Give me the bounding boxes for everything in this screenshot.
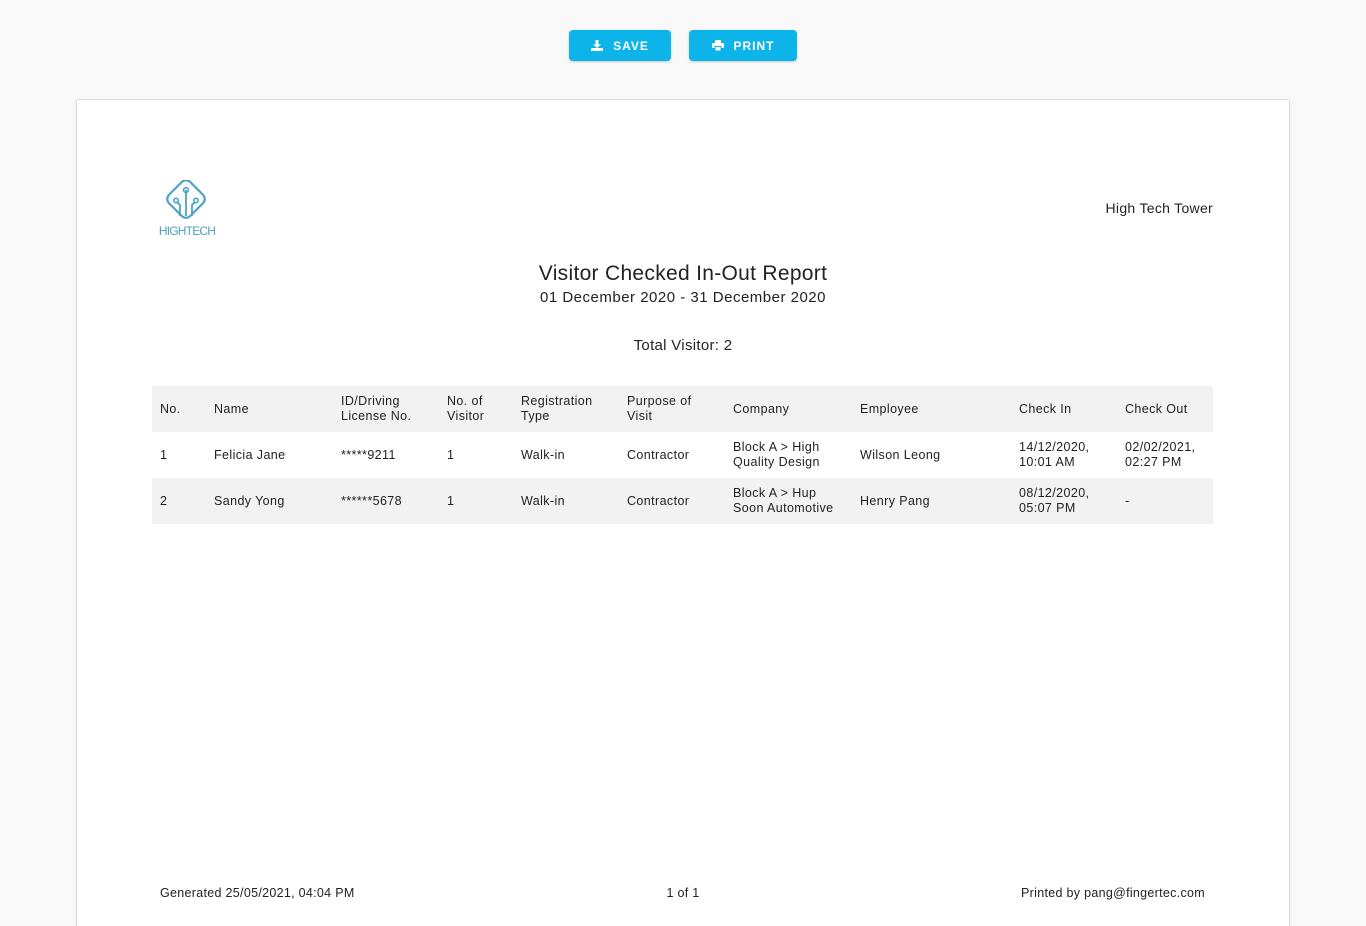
save-button[interactable]: SAVE — [569, 30, 671, 61]
print-button[interactable]: PRINT — [689, 30, 797, 61]
cell-no: 1 — [160, 447, 168, 462]
table-header-row: No. Name ID/Driving License No. No. of Vis… — [152, 386, 1213, 432]
col-check-out: Check Out — [1125, 401, 1188, 416]
report-sheet: HIGHTECH High Tech Tower Visitor Checked… — [76, 99, 1290, 926]
cell-name: Sandy Yong — [214, 493, 285, 508]
cell-id: ******5678 — [341, 493, 402, 508]
toolbar: SAVE PRINT — [0, 30, 1366, 61]
hightech-logo-icon — [166, 179, 206, 219]
table-row: 2 Sandy Yong ******5678 1 Walk-in Contra… — [152, 478, 1213, 524]
printer-icon — [711, 40, 724, 51]
cell-no: 2 — [160, 493, 168, 508]
cell-visitors: 1 — [447, 447, 455, 462]
print-label: PRINT — [733, 38, 775, 53]
cell-name: Felicia Jane — [214, 447, 286, 462]
col-no: No. — [160, 401, 181, 416]
report-date-range: 01 December 2020 - 31 December 2020 — [540, 289, 826, 306]
printed-by: Printed by pang@fingertec.com — [1021, 886, 1205, 900]
cell-employee: Wilson Leong — [860, 447, 941, 462]
col-id: ID/Driving License No. — [341, 394, 412, 423]
col-purpose: Purpose of Visit — [627, 394, 692, 423]
col-name: Name — [214, 401, 249, 416]
cell-visitors: 1 — [447, 493, 455, 508]
cell-company: Block A > High Quality Design — [733, 440, 820, 469]
col-check-in: Check In — [1019, 401, 1072, 416]
col-registration-type: Registration Type — [521, 394, 593, 423]
cell-purpose: Contractor — [627, 447, 690, 462]
report-title: Visitor Checked In-Out Report — [538, 262, 828, 285]
col-visitors: No. of Visitor — [447, 394, 485, 423]
cell-registration-type: Walk-in — [521, 447, 566, 462]
col-employee: Employee — [860, 401, 919, 416]
cell-check-out: - — [1125, 493, 1130, 508]
cell-check-in: 14/12/2020, 10:01 AM — [1019, 440, 1090, 469]
download-icon — [591, 40, 604, 51]
company-logo: HIGHTECH — [155, 179, 219, 242]
total-visitor: Total Visitor: 2 — [633, 337, 733, 354]
cell-check-out: 02/02/2021, 02:27 PM — [1125, 440, 1196, 469]
visitor-table: No. Name ID/Driving License No. No. of Vis… — [152, 386, 1213, 524]
cell-company: Block A > Hup Soon Automotive — [733, 486, 834, 515]
cell-check-in: 08/12/2020, 05:07 PM — [1019, 486, 1090, 515]
cell-employee: Henry Pang — [860, 493, 931, 508]
table-row: 1 Felicia Jane *****9211 1 Walk-in Contr… — [152, 432, 1213, 478]
cell-purpose: Contractor — [627, 493, 690, 508]
cell-registration-type: Walk-in — [521, 493, 566, 508]
save-label: SAVE — [613, 38, 649, 53]
building-name: High Tech Tower — [1105, 200, 1213, 216]
cell-id: *****9211 — [341, 447, 396, 462]
logo-text: HIGHTECH — [158, 224, 216, 238]
col-company: Company — [733, 401, 790, 416]
